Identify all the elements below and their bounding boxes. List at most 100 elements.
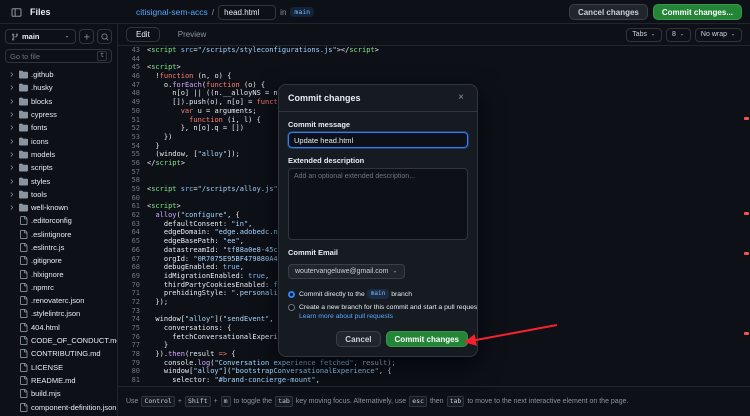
tree-file-item[interactable]: CODE_OF_CONDUCT.md — [0, 334, 117, 347]
chevron-right-icon — [10, 205, 14, 210]
indent-mode-select[interactable]: Tabs — [626, 27, 663, 42]
tree-folder-item[interactable]: blocks — [0, 95, 117, 108]
line-number: 56 — [131, 158, 140, 167]
tree-file-item[interactable]: CONTRIBUTING.md — [0, 347, 117, 360]
code-line: selector: "#brand-concierge-mount", — [147, 376, 320, 385]
repo-link[interactable]: citisignal-sem-accs — [136, 7, 208, 17]
cancel-changes-button[interactable]: Cancel changes — [568, 4, 648, 20]
tree-file-item[interactable]: .npmrc — [0, 281, 117, 294]
header: Files citisignal-sem-accs / in main Canc… — [0, 0, 750, 24]
tree-file-item[interactable]: LICENSE — [0, 361, 117, 374]
commit-message-input[interactable] — [288, 132, 468, 148]
code-line: window["alloy"]("bootstrapConversational… — [147, 367, 392, 376]
hint-text: then — [429, 398, 444, 405]
line-number: 69 — [131, 271, 140, 280]
dialog-commit-button[interactable]: Commit changes — [385, 331, 468, 347]
tree-folder-item[interactable]: scripts — [0, 161, 117, 174]
tree-file-item[interactable]: README.md — [0, 374, 117, 387]
tree-file-item[interactable]: .hlxignore — [0, 267, 117, 280]
kbd-esc: esc — [409, 396, 427, 407]
chevron-right-icon — [10, 125, 14, 131]
radio-new-branch[interactable]: Create a new branch for this commit and … — [288, 304, 477, 311]
hint-text: key moving focus. Alternatively, use — [295, 398, 407, 405]
files-label: Files — [30, 7, 51, 17]
line-number: 49 — [131, 98, 140, 107]
tree-item-label: .github — [31, 70, 54, 80]
hint-text: + — [177, 398, 182, 405]
chevron-right-icon — [10, 165, 14, 170]
tree-folder-item[interactable]: styles — [0, 174, 117, 187]
file-icon — [20, 362, 28, 372]
extended-description-textarea[interactable] — [288, 168, 468, 240]
file-icon — [20, 322, 28, 332]
tree-folder-item[interactable]: models — [0, 148, 117, 161]
chevron-right-icon — [10, 72, 14, 77]
commit-message-label: Commit message — [288, 120, 351, 129]
tree-file-item[interactable]: .eslintrc.js — [0, 241, 117, 254]
commit-email-select[interactable]: woutervangeluwe@gmail.com — [288, 264, 406, 279]
commit-changes-button[interactable]: Commit changes... — [652, 4, 742, 20]
tree-file-item[interactable]: .stylelintrc.json — [0, 307, 117, 320]
line-number: 54 — [131, 141, 140, 150]
scrollbar-marks[interactable] — [742, 46, 750, 386]
dialog-actions: Cancel Commit changes — [288, 331, 468, 347]
new-file-button[interactable] — [79, 29, 94, 44]
search-button[interactable] — [97, 29, 112, 44]
tree-folder-item[interactable]: well-known — [0, 201, 117, 214]
accessibility-hint: Use Control + Shift + m to toggle the ta… — [118, 386, 750, 416]
dialog-cancel-button[interactable]: Cancel — [336, 331, 381, 347]
learn-more-link[interactable]: Learn more about pull requests — [299, 313, 468, 320]
sidebar-toolbar: main — [0, 24, 117, 47]
folder-icon — [19, 123, 28, 132]
line-number: 61 — [131, 202, 140, 211]
close-icon[interactable]: × — [454, 91, 468, 105]
file-icon — [20, 256, 28, 266]
filename-input[interactable] — [218, 4, 277, 20]
path-separator: / — [211, 7, 215, 17]
line-number: 71 — [131, 289, 140, 298]
hint-text: to move to the next interactive element … — [467, 398, 629, 405]
code-line: !function (n, o) { — [147, 72, 232, 81]
file-icon — [20, 269, 28, 279]
chevron-down-icon — [731, 33, 735, 36]
tree-file-item[interactable]: .gitignore — [0, 254, 117, 267]
tree-file-item[interactable]: 404.html — [0, 321, 117, 334]
tree-file-item[interactable]: .editorconfig — [0, 214, 117, 227]
tree-file-item[interactable]: component-definition.json — [0, 400, 117, 413]
line-number: 79 — [131, 358, 140, 367]
indent-size-select[interactable]: 8 — [666, 27, 691, 42]
tree-folder-item[interactable]: tools — [0, 188, 117, 201]
header-left: Files — [8, 0, 51, 24]
tab-preview[interactable]: Preview — [168, 27, 216, 42]
search-icon — [101, 33, 109, 41]
changed-line-mark — [744, 332, 749, 335]
tree-file-item[interactable]: .renovaterc.json — [0, 294, 117, 307]
tab-edit[interactable]: Edit — [126, 27, 160, 42]
line-number: 74 — [131, 315, 140, 324]
branch-chip: main — [290, 7, 315, 17]
tree-folder-item[interactable]: .github — [0, 68, 117, 81]
goto-file-input[interactable]: Go to file t — [5, 49, 112, 63]
branch-chip: main — [366, 289, 390, 299]
kbd-control: Control — [141, 396, 175, 407]
tree-folder-item[interactable]: fonts — [0, 121, 117, 134]
chevron-down-icon — [680, 33, 684, 36]
extended-description-label: Extended description — [288, 156, 365, 165]
folder-icon — [19, 177, 28, 185]
tree-folder-item[interactable]: cypress — [0, 108, 117, 121]
tree-folder-item[interactable]: .husky — [0, 81, 117, 94]
line-number: 60 — [131, 193, 140, 202]
wrap-mode-select[interactable]: No wrap — [694, 27, 742, 42]
tree-item-label: LICENSE — [31, 362, 64, 372]
header-actions: Cancel changes Commit changes... — [568, 0, 742, 24]
files-panel-toggle[interactable] — [8, 4, 24, 20]
tree-item-label: 404.html — [31, 322, 60, 332]
plus-icon — [83, 33, 90, 40]
indent-size-label: 8 — [672, 31, 676, 38]
radio-commit-direct[interactable]: Commit directly to the main branch — [288, 289, 468, 299]
tree-file-item[interactable]: .eslintignore — [0, 228, 117, 241]
chevron-right-icon — [10, 85, 14, 91]
tree-file-item[interactable]: build.mjs — [0, 387, 117, 400]
tree-folder-item[interactable]: icons — [0, 134, 117, 147]
branch-selector[interactable]: main — [5, 29, 76, 44]
